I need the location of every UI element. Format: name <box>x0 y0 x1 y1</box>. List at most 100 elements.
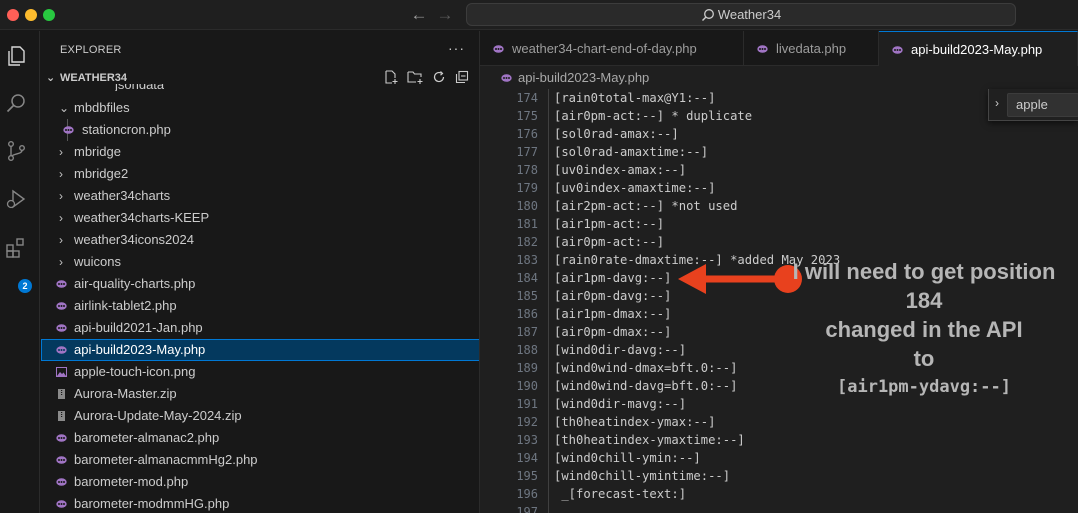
command-center-search[interactable]: Weather34 <box>466 3 1016 26</box>
tab-label: weather34-chart-end-of-day.php <box>512 41 697 56</box>
annotation-text: I will need to get position 184 changed … <box>770 257 1078 402</box>
code-line[interactable]: [wind0chill-ymintime:--] <box>554 467 840 485</box>
tree-folder-mbridge[interactable]: › mbridge <box>41 141 479 163</box>
line-number: 193 <box>516 433 538 447</box>
tree-item-label: mbdbfiles <box>74 100 130 115</box>
tab-livedata[interactable]: livedata.php <box>744 31 879 66</box>
tree-item-label: barometer-almanacmmHg2.php <box>74 452 258 467</box>
tree-folder-weather34charts-keep[interactable]: › weather34charts-KEEP <box>41 207 479 229</box>
chevron-down-icon: ⌄ <box>59 101 70 115</box>
editor-tabs: weather34-chart-end-of-day.php livedata.… <box>480 31 1078 66</box>
explorer-sidebar: EXPLORER ··· ⌄ WEATHER34 jsondata ⌄ mbdbf… <box>41 31 480 513</box>
code-line[interactable]: [air0pm-act:--] <box>554 233 840 251</box>
close-window-button[interactable] <box>7 9 19 21</box>
tree-file-api-build2021-jan[interactable]: api-build2021-Jan.php <box>41 317 479 339</box>
tree-file-barometer-modmmhg[interactable]: barometer-modmmHG.php <box>41 493 479 513</box>
php-file-icon <box>501 74 512 82</box>
tree-folder-mbdbfiles[interactable]: ⌄ mbdbfiles <box>41 97 479 119</box>
forward-arrow-icon[interactable]: → <box>435 5 455 25</box>
tree-folder-wuicons[interactable]: › wuicons <box>41 251 479 273</box>
tree-item-label: weather34charts-KEEP <box>74 210 210 225</box>
new-file-icon[interactable] <box>384 70 398 84</box>
code-line[interactable]: [th0heatindex-ymaxtime:--] <box>554 431 840 449</box>
run-debug-icon[interactable] <box>4 187 28 211</box>
tree-folder-mbridge2[interactable]: › mbridge2 <box>41 163 479 185</box>
code-line[interactable]: [rain0total-max@Y1:--] <box>554 89 840 107</box>
code-line[interactable]: [air2pm-act:--] *not used <box>554 197 840 215</box>
maximize-window-button[interactable] <box>43 9 55 21</box>
workspace-folder-header[interactable]: ⌄ WEATHER34 <box>41 68 479 90</box>
tab-api-build2023-may[interactable]: api-build2023-May.php <box>879 31 1078 66</box>
tree-folder-weather34icons2024[interactable]: › weather34icons2024 <box>41 229 479 251</box>
tree-file-aurora-master[interactable]: Aurora-Master.zip <box>41 383 479 405</box>
annotation-line: changed in the API <box>825 317 1023 342</box>
line-number: 196 <box>516 487 538 501</box>
tree-file-barometer-almanacmmhg2[interactable]: barometer-almanacmmHg2.php <box>41 449 479 471</box>
title-bar: ← → Weather34 <box>0 0 1078 30</box>
zip-file-icon <box>58 411 65 421</box>
tree-item-label: Aurora-Update-May-2024.zip <box>74 408 242 423</box>
zip-file-icon <box>58 389 65 399</box>
tree-file-apple-touch-icon[interactable]: apple-touch-icon.png <box>41 361 479 383</box>
annotation-line: 184 <box>905 288 943 313</box>
code-line[interactable]: [wind0chill-ymin:--] <box>554 449 840 467</box>
tree-file-airlink-tablet2[interactable]: airlink-tablet2.php <box>41 295 479 317</box>
line-number: 181 <box>516 217 538 231</box>
tree-file-stationcron[interactable]: stationcron.php <box>41 119 479 141</box>
explorer-files-icon[interactable] <box>4 44 28 68</box>
tree-item-label: wuicons <box>74 254 121 269</box>
collapse-all-icon[interactable] <box>455 70 469 84</box>
back-arrow-icon[interactable]: ← <box>409 5 429 25</box>
tree-file-aurora-update[interactable]: Aurora-Update-May-2024.zip <box>41 405 479 427</box>
line-number: 180 <box>516 199 538 213</box>
tree-item-label: Aurora-Master.zip <box>74 386 177 401</box>
chevron-right-icon: › <box>59 233 63 247</box>
tree-item-label: mbridge <box>74 144 121 159</box>
chevron-down-icon: ⌄ <box>46 72 56 84</box>
code-line[interactable]: [th0heatindex-ymax:--] <box>554 413 840 431</box>
tree-item-label: air-quality-charts.php <box>74 276 196 291</box>
php-file-icon <box>892 46 903 54</box>
tree-file-air-quality-charts[interactable]: air-quality-charts.php <box>41 273 479 295</box>
tree-folder-weather34charts[interactable]: › weather34charts <box>41 185 479 207</box>
find-input[interactable]: apple <box>1007 93 1078 117</box>
php-file-icon <box>56 324 67 332</box>
search-icon[interactable] <box>4 91 28 115</box>
tab-weather34-chart-end-of-day[interactable]: weather34-chart-end-of-day.php <box>480 31 744 66</box>
tree-file-api-build2023-may[interactable]: api-build2023-May.php <box>41 339 479 361</box>
code-line[interactable]: [uv0index-amax:--] <box>554 161 840 179</box>
tab-label: api-build2023-May.php <box>911 42 1043 57</box>
code-line[interactable] <box>554 503 840 513</box>
line-number: 175 <box>516 109 538 123</box>
minimize-window-button[interactable] <box>25 9 37 21</box>
tree-item-label: airlink-tablet2.php <box>74 298 177 313</box>
code-line[interactable]: _[forecast-text:] <box>554 485 840 503</box>
line-number: 177 <box>516 145 538 159</box>
tree-item-label: barometer-mod.php <box>74 474 189 489</box>
line-number: 178 <box>516 163 538 177</box>
tree-file-barometer-mod[interactable]: barometer-mod.php <box>41 471 479 493</box>
code-line[interactable]: [air1pm-act:--] <box>554 215 840 233</box>
partial-tree-item[interactable]: jsondata <box>115 84 164 91</box>
toggle-replace-chevron-icon[interactable]: › <box>995 96 999 110</box>
extensions-icon[interactable] <box>4 236 28 260</box>
source-control-icon[interactable] <box>4 139 28 163</box>
php-file-icon <box>56 346 67 354</box>
line-number: 176 <box>516 127 538 141</box>
code-line[interactable]: [sol0rad-amaxtime:--] <box>554 143 840 161</box>
line-number-gutter: 174 175 176 177 178 179 180 181 182 183 … <box>480 89 538 513</box>
code-line[interactable]: [sol0rad-amax:--] <box>554 125 840 143</box>
line-number: 187 <box>516 325 538 339</box>
code-line[interactable]: [uv0index-amaxtime:--] <box>554 179 840 197</box>
more-actions-icon[interactable]: ··· <box>448 40 465 56</box>
code-line[interactable]: [air0pm-act:--] * duplicate <box>554 107 840 125</box>
line-number: 188 <box>516 343 538 357</box>
line-number: 183 <box>516 253 538 267</box>
refresh-icon[interactable] <box>432 70 446 84</box>
php-file-icon <box>757 45 768 53</box>
line-number: 182 <box>516 235 538 249</box>
tree-file-barometer-almanac2[interactable]: barometer-almanac2.php <box>41 427 479 449</box>
annotation-code: [air1pm-ydavg:--] <box>837 377 1011 397</box>
new-folder-icon[interactable] <box>407 70 423 84</box>
chevron-right-icon: › <box>59 189 63 203</box>
